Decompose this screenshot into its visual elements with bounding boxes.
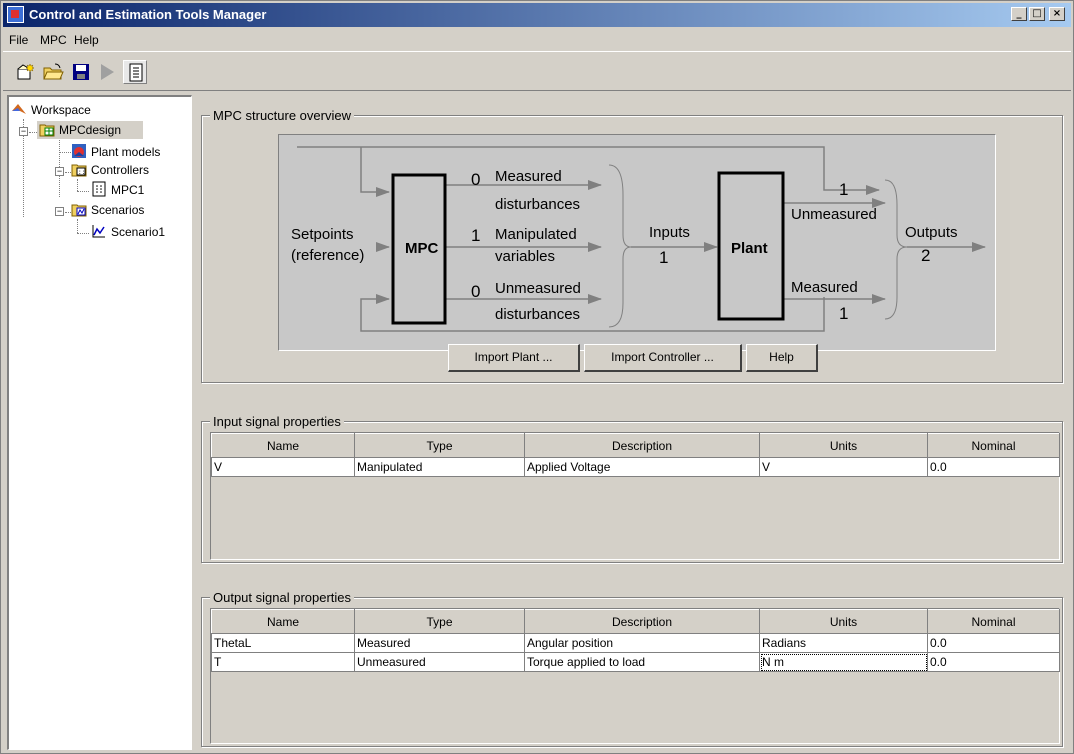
- cell-description[interactable]: Angular position: [524, 633, 760, 653]
- mpc-structure-diagram: MPC Plant Setpoints (reference) 0 Measur…: [278, 134, 996, 351]
- manipulated-variables-label2: variables: [495, 248, 555, 265]
- cell-description[interactable]: Torque applied to load: [524, 652, 760, 672]
- tree-connector: [77, 233, 89, 234]
- title-bar[interactable]: Control and Estimation Tools Manager _ □…: [3, 3, 1071, 27]
- measured-disturbances-label2: disturbances: [495, 196, 580, 213]
- toolbar: [3, 51, 1071, 91]
- cell-nominal[interactable]: 0.0: [927, 457, 1060, 477]
- column-header-name[interactable]: Name: [211, 609, 355, 634]
- column-header-description[interactable]: Description: [524, 433, 760, 458]
- cell-name[interactable]: V: [211, 457, 355, 477]
- cell-nominal[interactable]: 0.0: [927, 652, 1060, 672]
- tree-connector: [29, 132, 37, 133]
- import-plant-button[interactable]: Import Plant ...: [448, 344, 580, 372]
- menu-help[interactable]: Help: [74, 33, 99, 47]
- tree-item-mpcdesign[interactable]: MPCdesign: [37, 121, 143, 139]
- input-signal-properties-title: Input signal properties: [210, 414, 344, 429]
- menu-file[interactable]: File: [9, 33, 28, 47]
- outputs-label: Outputs: [905, 224, 958, 241]
- mpc-block-label: MPC: [405, 240, 439, 257]
- input-signal-properties-group: Input signal properties Name Type Descri…: [201, 414, 1063, 563]
- output-signal-properties-group: Output signal properties Name Type Descr…: [201, 590, 1063, 747]
- column-header-nominal[interactable]: Nominal: [927, 433, 1060, 458]
- column-header-name[interactable]: Name: [211, 433, 355, 458]
- manipulated-variables-count: 1: [471, 226, 480, 245]
- cell-units[interactable]: N m: [759, 652, 928, 672]
- menu-bar: File MPC Help: [3, 29, 1071, 49]
- cell-name[interactable]: ThetaL: [211, 633, 355, 653]
- matlab-logo-icon: [11, 101, 27, 117]
- measured-outputs-count: 1: [839, 304, 848, 323]
- maximize-button[interactable]: □: [1029, 7, 1045, 21]
- minimize-button[interactable]: _: [1011, 7, 1027, 21]
- column-header-units[interactable]: Units: [759, 433, 928, 458]
- controllers-folder-icon: ::: [71, 161, 87, 177]
- output-signals-table[interactable]: Name Type Description Units Nominal Thet…: [210, 608, 1060, 744]
- tree-connector: [59, 152, 71, 153]
- import-controller-button[interactable]: Import Controller ...: [584, 344, 742, 372]
- plant-models-icon: [71, 143, 87, 159]
- unmeasured-disturbances-label1: Unmeasured: [495, 280, 581, 297]
- new-icon[interactable]: [13, 60, 37, 84]
- help-button[interactable]: Help: [746, 344, 818, 372]
- open-folder-icon[interactable]: [41, 60, 65, 84]
- unmeasured-outputs-count: 1: [839, 180, 848, 199]
- cell-units[interactable]: Radians: [759, 633, 928, 653]
- tree-connector: [77, 219, 78, 233]
- output-signal-properties-title: Output signal properties: [210, 590, 355, 605]
- input-signals-table[interactable]: Name Type Description Units Nominal V Ma…: [210, 432, 1060, 560]
- collapse-controllers-toggle[interactable]: −: [55, 167, 64, 176]
- plant-block-label: Plant: [731, 240, 768, 257]
- column-header-type[interactable]: Type: [354, 609, 525, 634]
- unmeasured-outputs-label: Unmeasured: [791, 206, 877, 223]
- setpoints-label: Setpoints: [291, 226, 354, 243]
- app-icon: [7, 6, 24, 23]
- mpc-structure-overview-title: MPC structure overview: [210, 108, 354, 123]
- column-header-nominal[interactable]: Nominal: [927, 609, 1060, 634]
- cell-name[interactable]: T: [211, 652, 355, 672]
- main-window: Control and Estimation Tools Manager _ □…: [0, 0, 1074, 754]
- table-row[interactable]: ThetaL Measured Angular position Radians…: [211, 633, 1060, 653]
- column-header-units[interactable]: Units: [759, 609, 928, 634]
- cell-units[interactable]: V: [759, 457, 928, 477]
- inputs-label: Inputs: [649, 224, 690, 241]
- cell-description[interactable]: Applied Voltage: [524, 457, 760, 477]
- notes-icon[interactable]: [123, 60, 147, 84]
- workspace-tree[interactable]: Workspace − MPCdesign Plant models − :: …: [7, 95, 192, 750]
- save-icon[interactable]: [69, 60, 93, 84]
- scenarios-folder-icon: [71, 201, 87, 217]
- unmeasured-disturbances-label2: disturbances: [495, 306, 580, 323]
- measured-outputs-label: Measured: [791, 279, 858, 296]
- manipulated-variables-label1: Manipulated: [495, 226, 577, 243]
- cell-type[interactable]: Unmeasured: [354, 652, 525, 672]
- unmeasured-disturbances-count: 0: [471, 282, 480, 301]
- table-row[interactable]: V Manipulated Applied Voltage V 0.0: [211, 457, 1060, 477]
- diagram-svg: MPC Plant Setpoints (reference) 0 Measur…: [291, 146, 986, 332]
- cell-nominal[interactable]: 0.0: [927, 633, 1060, 653]
- mpc-structure-overview-group: MPC structure overview MPC Plant Setpoin…: [201, 108, 1063, 383]
- measured-disturbances-label1: Measured: [495, 168, 562, 185]
- controller-icon: [91, 181, 107, 197]
- column-header-type[interactable]: Type: [354, 433, 525, 458]
- column-header-description[interactable]: Description: [524, 609, 760, 634]
- menu-mpc[interactable]: MPC: [40, 33, 67, 47]
- collapse-mpcdesign-toggle[interactable]: −: [19, 127, 28, 136]
- outputs-count: 2: [921, 246, 930, 265]
- reference-label: (reference): [291, 247, 364, 264]
- cell-type[interactable]: Manipulated: [354, 457, 525, 477]
- table-row[interactable]: T Unmeasured Torque applied to load N m …: [211, 652, 1060, 672]
- main-panel: MPC structure overview MPC Plant Setpoin…: [197, 95, 1071, 750]
- collapse-scenarios-toggle[interactable]: −: [55, 207, 64, 216]
- measured-disturbances-count: 0: [471, 170, 480, 189]
- scenario-plot-icon: [91, 223, 107, 239]
- tree-connector: [77, 191, 89, 192]
- tree-connector: [77, 179, 78, 191]
- svg-text:::: ::: [78, 169, 85, 176]
- cell-type[interactable]: Measured: [354, 633, 525, 653]
- mpc-project-icon: [39, 121, 55, 137]
- window-title: Control and Estimation Tools Manager: [29, 7, 267, 22]
- run-icon[interactable]: [95, 60, 119, 84]
- inputs-count: 1: [659, 248, 668, 267]
- close-button[interactable]: ×: [1049, 7, 1065, 21]
